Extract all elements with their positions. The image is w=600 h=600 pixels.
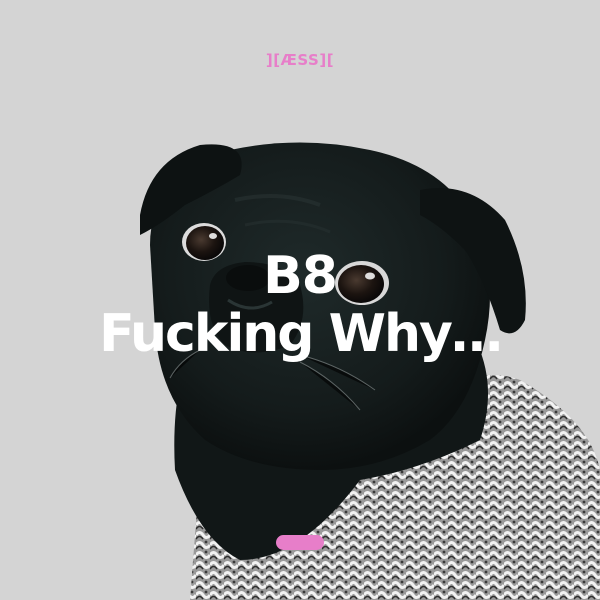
post-canvas: ][ÆSS][B8 Fucking Why…	[0, 0, 600, 600]
slide-indicator-pill	[276, 535, 324, 550]
brand-logo: ][ÆSS][	[265, 51, 335, 69]
headline: B8 Fucking Why…	[0, 250, 600, 360]
headline-line-2: Fucking Why…	[99, 304, 503, 364]
headline-line-1: B8	[263, 246, 338, 306]
